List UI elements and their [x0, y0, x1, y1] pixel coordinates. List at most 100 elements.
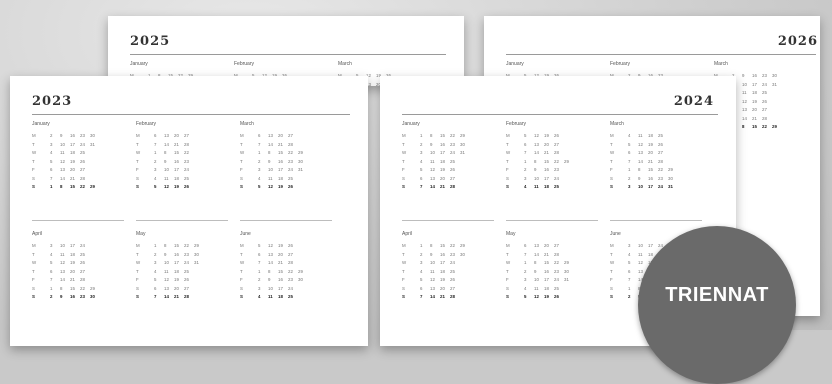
day-cell: 17 — [70, 141, 75, 147]
weekday-label: M — [610, 243, 614, 248]
weekday-label: M — [136, 133, 140, 138]
day-cell: 8 — [534, 158, 537, 164]
day-cell: 20 — [752, 107, 757, 112]
weekday-label: F — [610, 167, 613, 172]
month-label: February — [136, 121, 157, 127]
day-cell: 8 — [60, 184, 63, 189]
day-cell: 1 — [154, 150, 157, 155]
day-cell: 18 — [278, 294, 283, 299]
day-cell: 17 — [752, 81, 757, 87]
day-cell: 11 — [164, 175, 169, 181]
weekday-label: T — [136, 141, 139, 147]
day-cell: 22 — [80, 184, 85, 189]
day-cell: 1 — [628, 167, 631, 172]
weekday-label: S — [506, 285, 509, 291]
day-cell: 2 — [524, 167, 527, 172]
week-row: S 1 8 15 22 29 — [32, 285, 124, 294]
day-cell: 5 — [420, 277, 423, 282]
day-cell: 11 — [60, 150, 65, 155]
day-cell: 8 — [534, 260, 537, 265]
day-cell: 14 — [742, 115, 747, 121]
day-cell: 19 — [440, 167, 445, 172]
day-cell: 18 — [752, 90, 757, 95]
month-label: April — [402, 231, 413, 237]
day-cell: 25 — [554, 184, 559, 189]
day-cell: 5 — [258, 243, 261, 248]
week-row: T 6 13 20 27 — [32, 268, 124, 277]
day-cell: 26 — [184, 184, 189, 189]
day-cell: 24 — [762, 81, 767, 87]
day-cell: 12 — [430, 277, 435, 282]
weekday-label: S — [32, 184, 35, 189]
day-cell: 9 — [164, 158, 167, 164]
day-cell: 18 — [174, 175, 179, 181]
day-cell: 15 — [278, 268, 283, 274]
weekday-label: W — [610, 150, 615, 155]
day-cell: 4 — [258, 175, 261, 181]
day-cell: 7 — [258, 260, 261, 265]
week-row: S 5 12 19 26 — [506, 293, 598, 302]
week-row: W 1 8 15 22 29 — [506, 259, 598, 268]
day-cell: 4 — [154, 175, 157, 181]
day-cell: 26 — [288, 184, 293, 189]
day-cell: 27 — [658, 150, 663, 155]
day-cell: 18 — [278, 175, 283, 181]
month-divider — [402, 220, 494, 221]
week-row: T 2 9 16 23 30 — [136, 251, 228, 260]
weekday-label: F — [136, 167, 139, 172]
day-cell: 21 — [648, 158, 653, 164]
day-cell: 15 — [440, 133, 445, 138]
day-cell: 28 — [450, 184, 455, 189]
week-row: S 2 9 16 23 30 — [610, 175, 702, 184]
day-cell: 27 — [762, 107, 767, 112]
day-cell: 11 — [430, 268, 435, 274]
day-cell: 1 — [524, 158, 527, 164]
day-cell: 7 — [50, 175, 53, 181]
day-cell: 12 — [742, 98, 747, 104]
day-cell: 12 — [164, 184, 169, 189]
day-cell: 26 — [80, 260, 85, 265]
day-cell: 24 — [450, 150, 455, 155]
day-cell: 26 — [80, 158, 85, 164]
day-cell: 20 — [648, 150, 653, 155]
day-cell: 10 — [164, 167, 169, 172]
weekday-label: T — [240, 268, 243, 274]
month-may: May M 1 8 15 22 29 T 2 9 16 23 30 W 3 10 17 24 31 T 4 11 18 25 F… — [136, 230, 228, 302]
day-cell: 8 — [164, 243, 167, 248]
week-row: M 5 12 19 26 — [240, 242, 332, 251]
weekday-label: F — [136, 277, 139, 282]
day-cell: 23 — [554, 268, 559, 274]
day-cell: 8 — [60, 285, 63, 291]
month-label: January — [402, 121, 420, 127]
day-cell: 7 — [524, 251, 527, 257]
month-april: April M 3 10 17 24 T 4 11 18 25 W 5 12 19 26 T 6 13 20 27 F 7 1… — [32, 230, 124, 302]
day-cell: 6 — [154, 133, 157, 138]
day-cell: 11 — [60, 251, 65, 257]
weekday-label: F — [32, 167, 35, 172]
weekday-label: F — [402, 167, 405, 172]
day-cell: 2 — [50, 294, 53, 299]
day-cell: 22 — [450, 133, 455, 138]
month-label: February — [506, 121, 527, 127]
week-row: S 5 12 19 26 — [136, 183, 228, 192]
day-cell: 13 — [534, 141, 539, 147]
day-cell: 7 — [628, 277, 631, 282]
day-cell: 23 — [80, 294, 85, 299]
day-cell: 9 — [430, 251, 433, 257]
week-row: S 7 14 21 28 — [32, 175, 124, 184]
day-cell: 29 — [668, 167, 673, 172]
day-cell: 16 — [648, 175, 653, 181]
day-cell: 5 — [628, 260, 631, 265]
day-cell: 26 — [658, 141, 663, 147]
day-cell: 12 — [430, 167, 435, 172]
day-cell: 24 — [450, 260, 455, 265]
day-cell: 7 — [50, 277, 53, 282]
day-cell: 4 — [524, 285, 527, 291]
day-cell: 27 — [184, 285, 189, 291]
day-cell: 14 — [534, 150, 539, 155]
weekday-label: T — [610, 268, 613, 274]
day-cell: 17 — [648, 184, 653, 189]
week-row: T 3 10 17 24 31 — [32, 141, 124, 150]
month-january: JanuaryM18152229T29162330W310172431T4111… — [402, 120, 494, 192]
day-cell: 5 — [258, 184, 261, 189]
